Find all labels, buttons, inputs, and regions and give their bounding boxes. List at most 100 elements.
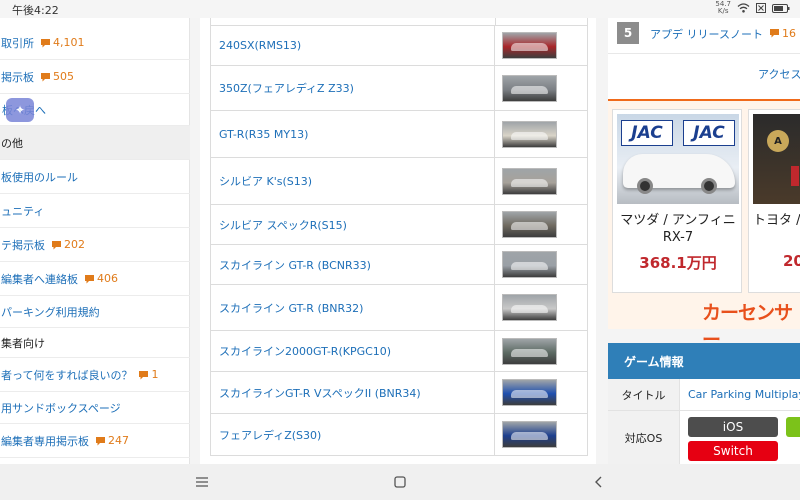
car-thumbnail[interactable] [502, 337, 557, 365]
status-bar: 午後4:22 54.7 K/s [0, 0, 800, 18]
back-button[interactable] [588, 472, 608, 492]
comment-icon [96, 436, 105, 445]
sidebar-item-board-rules[interactable]: 板使用のルール [0, 160, 190, 194]
table-header-edge [210, 18, 588, 26]
sidebar-item-editor-board[interactable]: 編集者専用掲示板 247 [0, 424, 190, 458]
sidebar-item-label: 者って何をすれば良いの？ [1, 368, 133, 382]
car-thumbnail[interactable] [502, 421, 557, 448]
game-info-table: ゲーム情報 タイトル Car Parking Multiplayer 対応OS … [608, 343, 800, 464]
car-thumbnail[interactable] [502, 294, 557, 321]
car-name-link[interactable]: シルビア K's(S13) [211, 158, 495, 204]
car-name-link[interactable]: シルビア スペックR(S15) [211, 205, 495, 244]
ad-card[interactable]: JAC JAC マツダ / アンフィニ RX-7 368.1万円 [612, 109, 742, 293]
os-button-android[interactable] [786, 417, 800, 437]
car-name-link[interactable]: GT-R(R35 MY13) [211, 111, 495, 157]
car-thumbnail[interactable] [502, 211, 557, 238]
car-list-panel: 240SX(RMS13) 350Z(フェアレディZ Z33) GT-R(R35 … [200, 18, 596, 464]
sidebar-item-label: ュニティ [1, 204, 45, 218]
comment-count: 4,101 [40, 36, 85, 49]
access-ranking-link[interactable]: アクセス [758, 66, 800, 82]
car-thumbnail[interactable] [502, 120, 557, 148]
os-button-switch[interactable]: Switch [688, 441, 778, 461]
web-viewport[interactable]: 取引所4,101 掲示板505 板へ戻へ ✦ の他 板使用のルール ュニティ テ… [0, 18, 800, 464]
ad-card[interactable]: A トヨタ / ヘ 20 [748, 109, 800, 293]
car-name-link[interactable]: 240SX(RMS13) [211, 26, 495, 65]
car-name-link[interactable]: フェアレディZ(S30) [211, 414, 495, 455]
sidebar-item-editor-contact[interactable]: 編集者へ連絡板 406 [0, 262, 190, 296]
table-row[interactable]: 350Z(フェアレディZ Z33) [210, 66, 588, 111]
car-thumbnail[interactable] [502, 167, 557, 195]
status-time: 午後4:22 [12, 4, 59, 17]
table-row[interactable]: GT-R(R35 MY13) [210, 111, 588, 158]
comment-count: 202 [51, 238, 85, 251]
home-icon [394, 476, 406, 488]
sidebar-item-label: 取引所 [1, 36, 34, 50]
comment-count-value: 16 [781, 26, 796, 40]
comment-count: 406 [84, 272, 118, 285]
table-row[interactable]: シルビア スペックR(S15) [210, 205, 588, 245]
comment-count: 247 [95, 434, 129, 447]
sidebar-item-editor-guide[interactable]: 者って何をすれば良いの？ 1 [0, 358, 190, 392]
home-button[interactable] [390, 472, 410, 492]
car-name-link[interactable]: スカイライン2000GT-R(KPGC10) [211, 331, 495, 371]
sidebar-item-label: パーキング利用規約 [1, 305, 100, 319]
game-title-link[interactable]: Car Parking Multiplayer [688, 388, 800, 401]
comment-count-value: 406 [97, 272, 118, 285]
comment-count-value: 247 [108, 434, 129, 447]
ad-car-price: 368.1万円 [639, 254, 717, 272]
wifi-icon [737, 3, 750, 13]
news-title-link[interactable]: アプデ リリースノート [650, 28, 763, 41]
ad-car-photo: JAC JAC [617, 114, 739, 204]
sidebar-item-label: 掲示板 [1, 70, 34, 84]
comment-count: 1 [138, 368, 158, 381]
car-thumbnail[interactable] [502, 74, 557, 102]
car-name-link[interactable]: スカイラインGT-R VスペックII (BNR34) [211, 372, 495, 413]
news-item[interactable]: アプデ リリースノート 16 [650, 26, 796, 42]
network-speed-unit: K/s [717, 7, 729, 15]
network-speed: 54.7 K/s [715, 1, 731, 15]
menu-icon [196, 477, 208, 487]
table-row[interactable]: スカイラインGT-R VスペックII (BNR34) [210, 372, 588, 414]
sidebar-section-label: の他 [1, 136, 23, 150]
sidebar-section-label: 集者向け [1, 336, 45, 350]
news-widget: 5 アプデ リリースノート 16 アクセス [608, 18, 800, 100]
sidebar-item-terms[interactable]: パーキング利用規約 [0, 296, 190, 328]
car-thumbnail[interactable] [502, 32, 557, 59]
left-sidebar: 取引所4,101 掲示板505 板へ戻へ ✦ の他 板使用のルール ュニティ テ… [0, 18, 190, 464]
table-row[interactable]: シルビア K's(S13) [210, 158, 588, 205]
right-sidebar: 5 アプデ リリースノート 16 アクセス JAC JAC マツダ / アンフィニ… [608, 18, 800, 464]
dealer-sign: JAC [683, 120, 735, 146]
row-key: 対応OS [608, 411, 680, 464]
car-name-link[interactable]: 350Z(フェアレディZ Z33) [211, 66, 495, 110]
menu-button[interactable] [192, 472, 212, 492]
table-row[interactable]: スカイライン GT-R (BCNR33) [210, 245, 588, 285]
car-name-link[interactable]: スカイライン GT-R (BNR32) [211, 285, 495, 330]
comment-count-value: 202 [64, 238, 85, 251]
car-name-link[interactable]: スカイライン GT-R (BCNR33) [211, 245, 495, 284]
sparkle-icon: ✦ [14, 103, 26, 117]
car-thumbnail[interactable] [502, 379, 557, 406]
sidebar-item-board[interactable]: 掲示板 505 [0, 60, 190, 94]
sidebar-item-sandbox[interactable]: 用サンドボックスページ [0, 392, 190, 424]
dealer-sign: JAC [621, 120, 673, 146]
comment-count: 505 [40, 70, 74, 83]
carsensor-ad: JAC JAC マツダ / アンフィニ RX-7 368.1万円 A トヨタ /… [608, 99, 800, 351]
sidebar-item-exchange[interactable]: 取引所 4,101 [0, 26, 190, 60]
floating-menu-button[interactable]: ✦ [6, 98, 34, 122]
sidebar-item-label: 編集者へ連絡板 [1, 272, 78, 286]
car-thumbnail[interactable] [502, 251, 557, 278]
ad-car-photo: A [753, 114, 800, 204]
sidebar-item-test-board[interactable]: テ掲示板 202 [0, 228, 190, 262]
sidebar-item-label: 編集者専用掲示板 [1, 434, 89, 448]
table-row[interactable]: フェアレディZ(S30) [210, 414, 588, 456]
sidebar-item-community[interactable]: ュニティ [0, 194, 190, 228]
ad-car-name: マツダ / アンフィニ RX-7 [620, 213, 736, 245]
os-button-ios[interactable]: iOS [688, 417, 778, 437]
table-row[interactable]: 240SX(RMS13) [210, 26, 588, 66]
comment-icon [41, 38, 50, 47]
table-row[interactable]: スカイライン GT-R (BNR32) [210, 285, 588, 331]
comment-count-value: 1 [151, 368, 159, 381]
table-row[interactable]: スカイライン2000GT-R(KPGC10) [210, 331, 588, 372]
game-info-row-title: タイトル Car Parking Multiplayer [608, 379, 800, 411]
ad-car-name: トヨタ / ヘ [753, 213, 800, 228]
